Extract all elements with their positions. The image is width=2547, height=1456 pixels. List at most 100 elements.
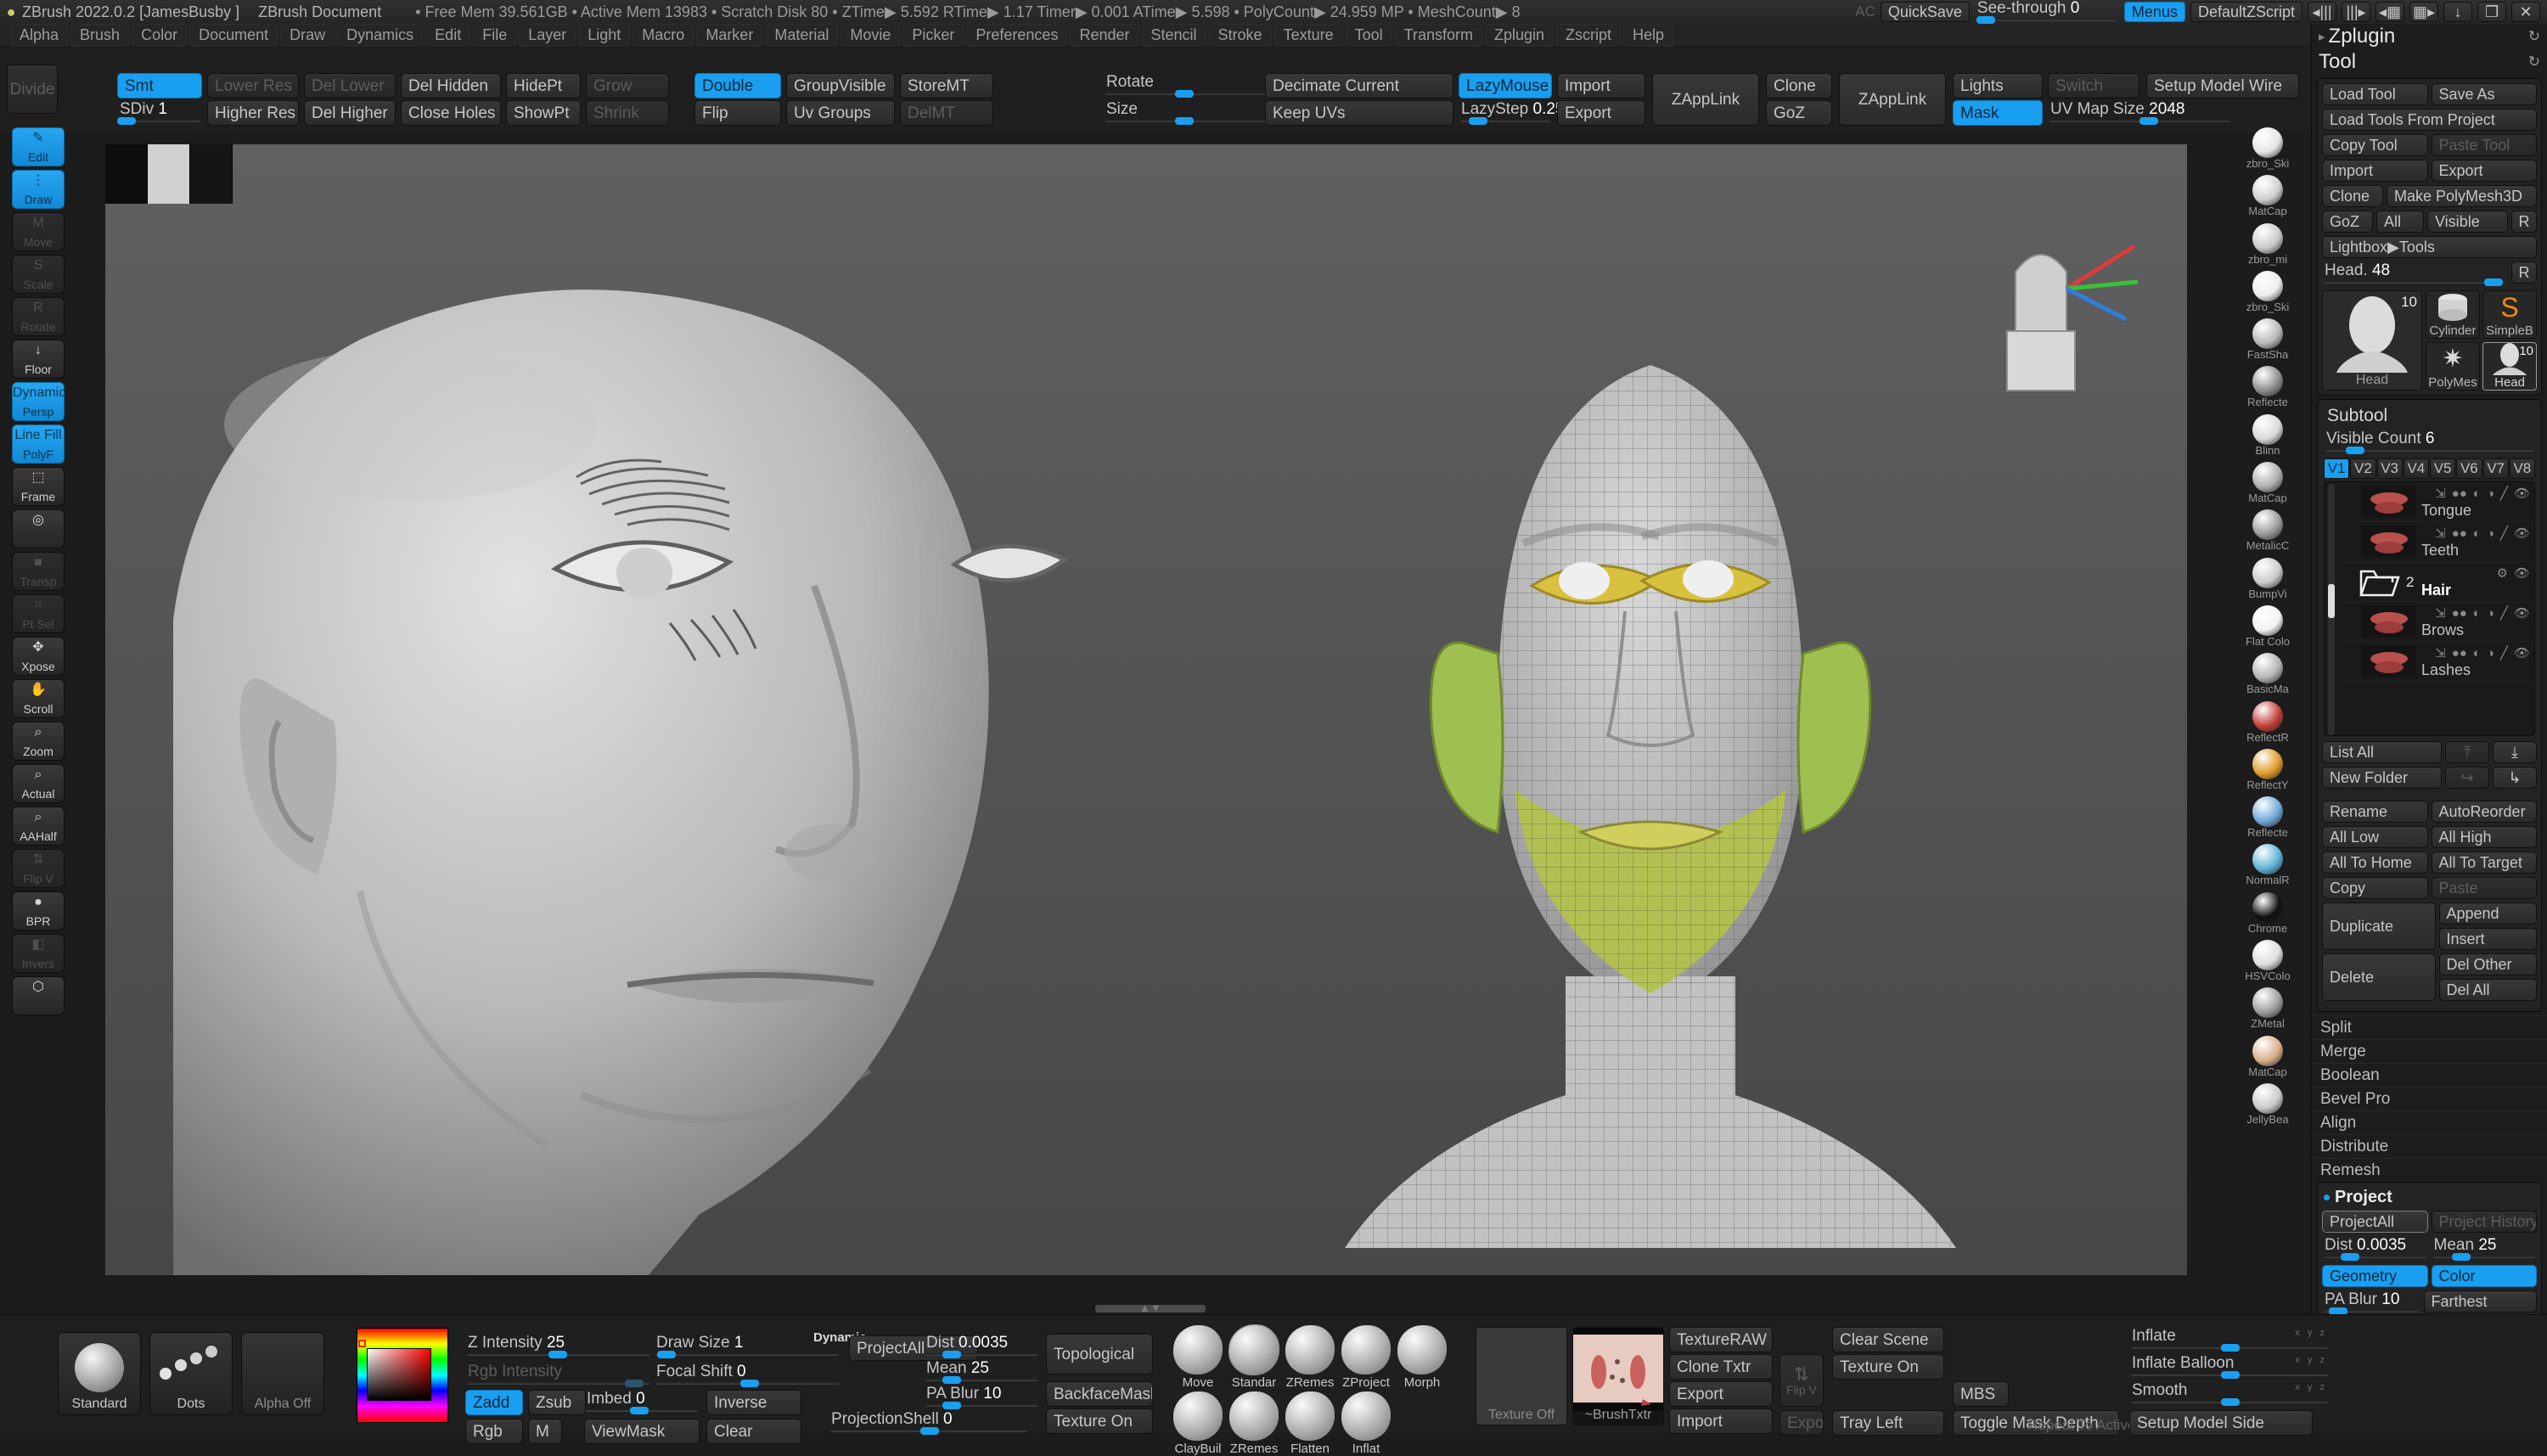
close-button[interactable]: ✕ [2511,2,2540,22]
goz-all-button[interactable]: All [2376,211,2424,233]
clone-txtr-button[interactable]: Clone Txtr [1669,1354,1773,1380]
paint-icon[interactable]: ╱ [2500,526,2508,541]
material-swatch-14[interactable]: Reflecte [2241,796,2294,839]
copy-subtool-button[interactable]: Copy [2322,877,2428,899]
bottom-dist-slider[interactable]: Dist 0.0035 [924,1334,1039,1359]
lefttool-frame[interactable]: ⬚ Frame [12,467,65,506]
project-geometry-toggle[interactable]: Geometry [2322,1265,2428,1287]
transform-icon[interactable]: ⇲ [2435,486,2446,501]
tray-left-collapse-icon[interactable]: ◂||| [2308,2,2336,22]
zapplink-button-1[interactable]: ZAppLink [1652,73,1759,126]
menu-light[interactable]: Light [578,23,631,47]
lefttool-scale[interactable]: S Scale [12,255,65,294]
shelf-btn-del-hidden[interactable]: Del Hidden [401,73,501,98]
material-swatch-5[interactable]: Reflecte [2241,366,2294,408]
material-swatch-19[interactable]: MatCap [2241,1035,2294,1078]
decimate-current-button[interactable]: Decimate Current [1265,73,1453,98]
lefttool-transp[interactable]: ■ Transp [12,552,65,591]
material-swatch-15[interactable]: NormalR [2241,844,2294,886]
brush-move[interactable]: Move [1172,1325,1224,1390]
subtool-view-tab-v6[interactable]: V6 [2456,458,2482,479]
project-history-button[interactable]: Project History [2431,1211,2537,1233]
material-swatch-4[interactable]: FastSha [2241,318,2294,361]
texture-export-dim-button[interactable]: Export [1780,1410,1824,1436]
menu-zscript[interactable]: Zscript [1556,23,1622,47]
material-swatch-12[interactable]: ReflectR [2241,700,2294,744]
paste-subtool-button[interactable]: Paste [2431,877,2537,899]
subtool-view-tab-v5[interactable]: V5 [2430,458,2456,479]
tool-thumb-head-selected[interactable]: 10 Head [2482,341,2537,391]
brush-claybuil[interactable]: ClayBuil [1172,1391,1224,1456]
menu-file[interactable]: File [473,23,517,47]
farthest-button[interactable]: Farthest [2423,1290,2537,1313]
inverse-button[interactable]: Inverse [706,1390,801,1415]
material-swatch-9[interactable]: BumpVi [2241,557,2294,600]
goz-r-button[interactable]: R [2511,211,2537,233]
z-intensity-slider[interactable]: Z Intensity 25 [465,1334,652,1359]
shelf-btn-flip[interactable]: Flip [694,100,781,126]
shelf-btn-showpt[interactable]: ShowPt [506,100,581,126]
setup-model-wire-button[interactable]: Setup Model Wire [2146,73,2299,98]
duplicate-button[interactable]: Duplicate [2322,902,2436,950]
lazystep-slider[interactable]: LazyStep 0.25 [1459,100,1565,126]
insert-button[interactable]: Insert [2438,928,2537,950]
del-other-button[interactable]: Del Other [2438,953,2537,975]
material-swatch-16[interactable]: Chrome [2241,891,2294,935]
material-swatch-0[interactable]: zbro_Ski [2241,127,2294,170]
bottom-pa-blur-slider[interactable]: PA Blur 10 [924,1385,1039,1410]
subtool-view-tab-v3[interactable]: V3 [2376,458,2403,479]
menu-zplugin[interactable]: Zplugin [1484,23,1555,47]
paint-icon[interactable]: ╱ [2500,486,2508,501]
move-in-icon[interactable]: ↳ [2493,767,2537,789]
all-low-button[interactable]: All Low [2322,826,2428,848]
clone-button[interactable]: Clone [1766,73,1832,98]
all-high-button[interactable]: All High [2431,826,2537,848]
clear-button[interactable]: Clear [706,1419,801,1444]
lefttool-draw[interactable]: ⋮ Draw [12,170,65,209]
lightbox-tools-button[interactable]: Lightbox▶Tools [2322,236,2537,258]
visibility-dots-icon[interactable]: ●● [2452,526,2467,541]
backfacemask-button[interactable]: BackfaceMask [1046,1381,1153,1407]
contrast-icon[interactable]: ◑ [2487,646,2494,661]
visibility-dots-icon[interactable]: ●● [2452,606,2467,621]
brush-texture-tile[interactable]: ~BrushTxtr [1572,1327,1664,1425]
keep-uvs-button[interactable]: Keep UVs [1265,100,1453,126]
next-palette-icon[interactable]: ▦▸ [2409,2,2438,22]
tool-clone-button[interactable]: Clone [2322,185,2383,207]
tool-export-button[interactable]: Export [2431,160,2537,182]
shelf-btn-smt[interactable]: Smt [117,73,202,98]
color-sv-square[interactable] [367,1348,431,1401]
clear-scene-button[interactable]: Clear Scene [1832,1327,1944,1352]
eye-icon[interactable]: 👁 [2514,645,2530,661]
lefttool-floor[interactable]: ↓ Floor [12,340,65,379]
rgb-intensity-slider[interactable]: Rgb Intensity [465,1363,652,1388]
zadd-toggle[interactable]: Zadd [465,1390,523,1415]
focal-shift-slider[interactable]: Focal Shift 0 [654,1363,841,1388]
shelf-btn-groupvisible[interactable]: GroupVisible [786,73,895,98]
half-circle-icon[interactable]: ◐ [2473,526,2481,541]
material-swatch-17[interactable]: HSVColo [2241,940,2294,982]
menu-macro[interactable]: Macro [633,23,694,47]
visibility-dots-icon[interactable]: ●● [2452,486,2467,501]
brush-inflat[interactable]: Inflat [1340,1391,1392,1456]
viewmask-button[interactable]: ViewMask [584,1419,700,1444]
brush-zremes[interactable]: ZRemes [1228,1391,1280,1456]
contrast-icon[interactable]: ◑ [2487,526,2494,541]
default-zscript-button[interactable]: DefaultZScript [2190,2,2302,22]
shelf-btn-lower-res[interactable]: Lower Res [207,73,299,98]
subtool-view-tab-v1[interactable]: V1 [2324,458,2350,479]
flip-v-button[interactable]: ⇅ Flip V [1780,1354,1824,1407]
paste-tool-button[interactable]: Paste Tool [2431,134,2537,156]
tool-section-bevel-pro[interactable]: Bevel Pro [2312,1087,2547,1110]
texture-raw-button[interactable]: TextureRAW [1669,1327,1773,1352]
subtool-row-lashes[interactable]: ⇲ ●● ◐ ◑ ╱ 👁 Lashes [2343,642,2534,682]
head-item-slider[interactable]: Head. 48 [2322,261,2508,287]
del-all-button[interactable]: Del All [2438,979,2537,1001]
project-mean-slider[interactable]: Mean 25 [2432,1236,2538,1262]
goz-visible-button[interactable]: Visible [2427,211,2508,233]
material-swatch-7[interactable]: MatCap [2241,462,2294,504]
material-swatch-8[interactable]: MetalicC [2241,509,2294,552]
lefttool-polyf[interactable]: Line Fill PolyF [12,424,65,464]
mbs-button[interactable]: MBS [1953,1381,2009,1407]
tool-goz-button[interactable]: GoZ [2322,211,2373,233]
